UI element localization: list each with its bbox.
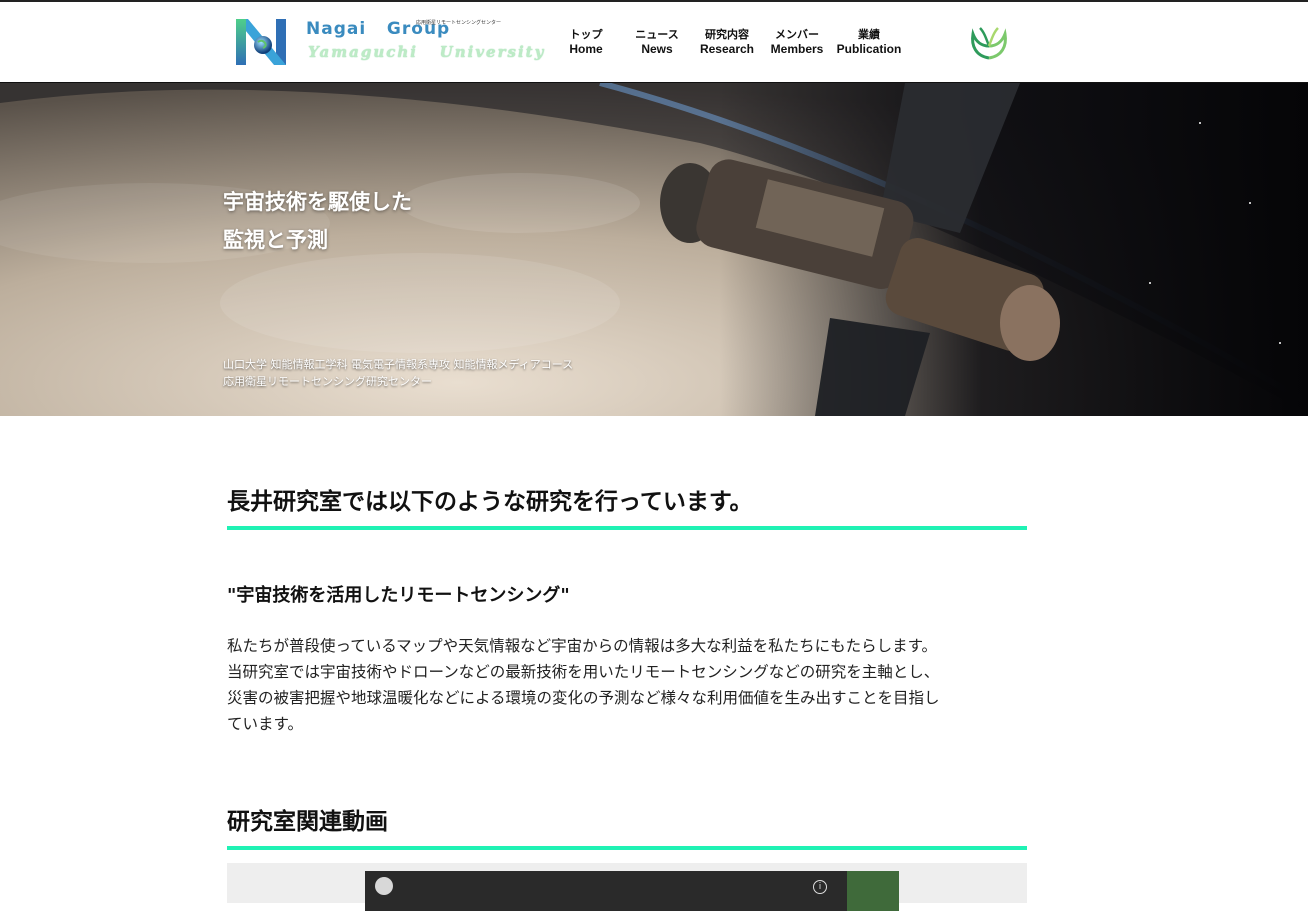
nav-research-jp: 研究内容 — [705, 28, 749, 41]
channel-avatar-icon[interactable] — [375, 877, 393, 895]
hero-caption: 山口大学 知能情報工学科 電気電子情報系専攻 知能情報メディアコース 応用衛星リ… — [223, 356, 573, 390]
nav-publication-en: Publication — [836, 42, 902, 56]
logo-n-mark-icon — [236, 19, 286, 65]
site-logo[interactable]: Nagai Group Yamaguchi University 応用衛星リモー… — [236, 17, 543, 69]
video-player[interactable]: i — [365, 871, 899, 911]
hero-title-line-1: 宇宙技術を駆使した — [223, 190, 412, 214]
nav-news-jp: ニュース — [635, 28, 679, 41]
research-description: 私たちが普段使っているマップや天気情報など宇宙からの情報は多大な利益を私たちにも… — [227, 633, 1027, 737]
university-emblem-icon[interactable] — [968, 22, 1010, 62]
nav-members-jp: メンバー — [775, 28, 819, 41]
hero-space-station-image — [0, 83, 1308, 416]
nav-home-jp: トップ — [569, 28, 603, 41]
description-line-1: 私たちが普段使っているマップや天気情報など宇宙からの情報は多大な利益を私たちにも… — [227, 637, 938, 655]
nav-members-en: Members — [770, 42, 824, 56]
nav-home-en: Home — [569, 42, 603, 56]
hero-title: 宇宙技術を駆使した 監視と予測 — [223, 183, 412, 259]
description-line-4: ています。 — [227, 715, 303, 733]
video-container: i — [227, 863, 1027, 911]
hero-banner: 宇宙技術を駆使した 監視と予測 山口大学 知能情報工学科 電気電子情報系専攻 知… — [0, 83, 1308, 416]
research-subheading: "宇宙技術を活用したリモートセンシング" — [227, 585, 570, 606]
logo-tagline: 応用衛星リモートセンシングセンター — [416, 20, 502, 26]
hero-title-line-2: 監視と予測 — [223, 228, 328, 252]
nav-members[interactable]: メンバー Members — [768, 28, 826, 56]
heading-underline — [227, 526, 1027, 530]
nav-research-en: Research — [699, 42, 755, 56]
nav-news[interactable]: ニュース News — [630, 28, 684, 56]
video-heading: 研究室関連動画 — [227, 809, 388, 835]
video-heading-underline — [227, 846, 1027, 850]
hero-caption-line-1: 山口大学 知能情報工学科 電気電子情報系専攻 知能情報メディアコース — [223, 358, 574, 371]
research-heading: 長井研究室では以下のような研究を行っています。 — [227, 489, 753, 515]
description-line-3: 災害の被害把握や地球温暖化などによる環境の変化の予測など様々な利用価値を生み出す… — [227, 689, 940, 707]
video-thumbnail-edge — [847, 871, 899, 911]
nav-home[interactable]: トップ Home — [560, 28, 612, 56]
nav-research[interactable]: 研究内容 Research — [698, 28, 756, 56]
nav-publication-jp: 業績 — [858, 28, 880, 41]
site-header: Nagai Group Yamaguchi University 応用衛星リモー… — [0, 2, 1308, 83]
info-icon[interactable]: i — [813, 880, 827, 894]
description-line-2: 当研究室では宇宙技術やドローンなどの最新技術を用いたリモートセンシングなどの研究… — [227, 663, 940, 681]
nav-news-en: News — [641, 42, 673, 56]
nav-publication[interactable]: 業績 Publication — [834, 28, 904, 56]
hero-caption-line-2: 応用衛星リモートセンシング研究センター — [223, 375, 432, 388]
logo-subtitle: Yamaguchi University — [308, 43, 546, 61]
